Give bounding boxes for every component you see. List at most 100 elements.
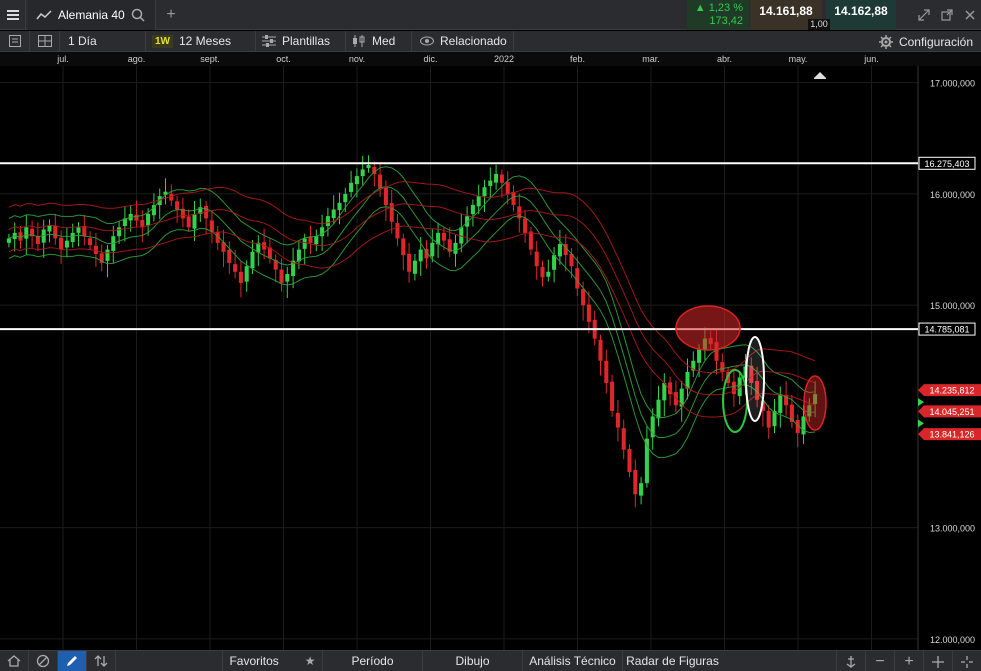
tab-technical-analysis[interactable]: Análisis Técnico: [522, 650, 622, 671]
home-icon: [7, 655, 21, 667]
candle-body: [731, 381, 736, 395]
chart-type-button[interactable]: Med: [346, 30, 412, 52]
period-badge: 1W: [152, 34, 173, 48]
price-tag-label: 13.841,126: [929, 430, 974, 440]
month-label: nov.: [349, 54, 365, 64]
candle-body: [82, 225, 87, 237]
interval-select[interactable]: 1 Día: [60, 30, 146, 52]
candle-body: [412, 260, 417, 274]
add-tab-button[interactable]: +: [160, 0, 182, 30]
zoom-in-button[interactable]: +: [894, 651, 923, 671]
candle-body: [610, 381, 615, 411]
tab-drawing[interactable]: Dibujo: [422, 650, 522, 671]
candle-body: [192, 213, 197, 229]
candle-body: [505, 182, 510, 194]
close-icon[interactable]: [964, 9, 976, 21]
candle-body: [285, 274, 290, 282]
candle-body: [93, 245, 98, 254]
candle-body: [639, 483, 644, 496]
candle-body: [244, 266, 249, 282]
instrument-tab[interactable]: Alemania 40: [28, 0, 156, 30]
sliders-icon: [262, 35, 276, 47]
y-axis-label: 12.000,000: [930, 635, 975, 645]
month-label: may.: [789, 54, 808, 64]
crosshair-button[interactable]: [923, 651, 952, 671]
annotation-ellipse-white: [745, 336, 765, 422]
candle-body: [59, 237, 64, 250]
candle-body: [35, 236, 40, 244]
zoom-out-button[interactable]: −: [865, 651, 894, 671]
tab-pattern-radar[interactable]: Radar de Figuras: [622, 650, 722, 671]
zoom-controls: − +: [836, 651, 981, 671]
expand-icon[interactable]: [917, 9, 930, 21]
candle-body: [528, 231, 533, 250]
candle-body: [540, 266, 545, 278]
candle-body: [482, 187, 487, 197]
templates-button[interactable]: Plantillas: [256, 30, 346, 52]
candle-body: [778, 394, 783, 413]
candle-body: [662, 383, 667, 401]
candle-body: [697, 349, 702, 363]
search-icon[interactable]: [131, 8, 145, 22]
candle-body: [604, 360, 609, 384]
top-bar: Alemania 40 + ▲ 1,23 % 173,42 14.161,88 …: [0, 0, 981, 30]
tab-period[interactable]: Período: [322, 650, 422, 671]
settings-button[interactable]: Configuración: [878, 31, 973, 52]
candle-body: [360, 169, 365, 177]
arrow-up-icon: ▲: [694, 2, 706, 14]
candle-body: [720, 362, 725, 372]
layout-button[interactable]: [30, 30, 60, 52]
candle-body: [378, 174, 383, 189]
plus-icon: +: [904, 652, 914, 670]
plus-icon: +: [166, 6, 176, 23]
sidebar-icon: [8, 35, 21, 47]
month-label: oct.: [276, 54, 291, 64]
candle-body: [401, 238, 406, 256]
price-tag-label: 14.045,251: [929, 407, 974, 417]
candle-body: [633, 470, 638, 495]
candle-body: [366, 165, 371, 169]
candle-body: [546, 271, 551, 277]
candle-body: [238, 271, 243, 283]
home-button[interactable]: [0, 650, 29, 671]
chart-canvas[interactable]: jul. ago. sept. oct. nov. dic. 2022 feb. mar. abr…: [0, 52, 981, 650]
month-label: feb.: [570, 54, 585, 64]
technical-tab-label: Análisis Técnico: [529, 654, 616, 668]
green-pointer: [918, 419, 924, 428]
candle-body: [279, 269, 284, 283]
candle-body: [615, 412, 620, 428]
sidebar-toggle-button[interactable]: [0, 30, 30, 52]
circle-slash-icon: [36, 654, 50, 668]
candle-body: [186, 216, 191, 228]
annotation-ellipse-green: [722, 369, 748, 433]
month-label: abr.: [717, 54, 732, 64]
fit-button[interactable]: [836, 651, 865, 671]
arrows-icon: [94, 655, 108, 667]
candle-body: [64, 240, 69, 248]
price-chart[interactable]: jul. ago. sept. oct. nov. dic. 2022 feb. mar. abr…: [0, 52, 981, 650]
candle-body: [349, 182, 354, 192]
period-select[interactable]: 1W 12 Meses: [146, 30, 256, 52]
month-label: ago.: [128, 54, 146, 64]
popout-icon[interactable]: [940, 9, 953, 21]
candle-body: [53, 225, 58, 239]
month-label: sept.: [200, 54, 220, 64]
disable-button[interactable]: [29, 650, 58, 671]
candle-body: [586, 304, 591, 322]
candle-body: [233, 264, 238, 272]
related-button[interactable]: Relacionado: [412, 30, 514, 52]
tab-favorites[interactable]: Favoritos ★: [222, 650, 322, 671]
menu-button[interactable]: [0, 0, 26, 30]
buy-price-button[interactable]: 14.162,88: [826, 0, 896, 30]
candle-body: [209, 220, 214, 232]
candle-body: [476, 196, 481, 207]
draw-button[interactable]: [58, 650, 87, 671]
candle-body: [494, 173, 499, 183]
candle-body: [418, 249, 423, 262]
move-button[interactable]: [87, 650, 116, 671]
candle-body: [488, 180, 493, 186]
annotation-ellipse-red-small: [803, 375, 827, 431]
y-axis-label: 16.000,000: [930, 190, 975, 200]
candle-body: [314, 236, 319, 245]
crosshair-alt-button[interactable]: [952, 651, 981, 671]
